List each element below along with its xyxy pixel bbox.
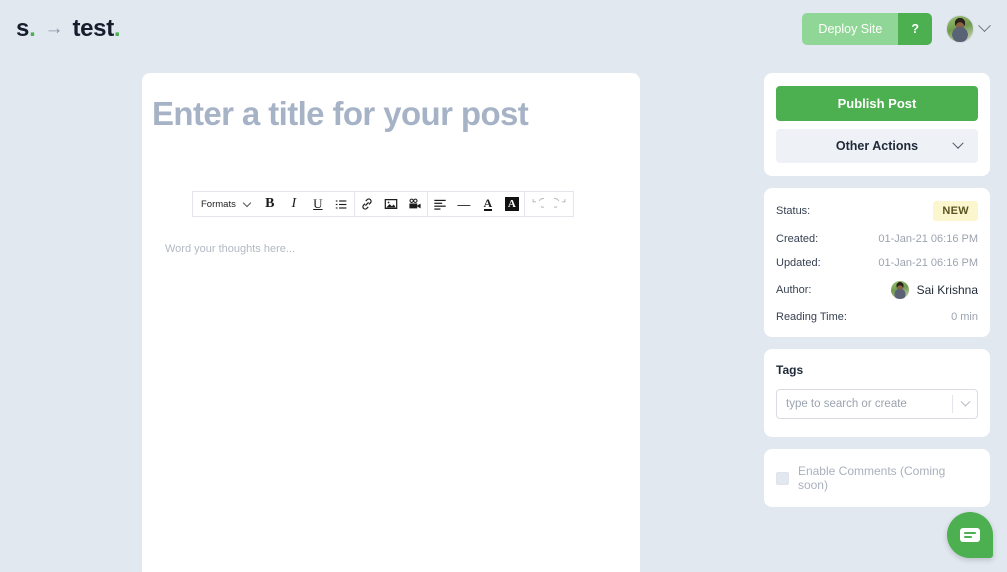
- ordered-list-button[interactable]: [330, 192, 354, 216]
- avatar[interactable]: [946, 14, 974, 43]
- italic-button[interactable]: I: [282, 192, 306, 216]
- breadcrumb-site[interactable]: s.: [16, 15, 36, 43]
- other-actions-button[interactable]: Other Actions: [776, 129, 978, 163]
- undo-icon[interactable]: [525, 192, 549, 216]
- formats-dropdown[interactable]: Formats: [193, 192, 240, 216]
- meta-value: 0 min: [951, 311, 978, 323]
- chevron-down-icon[interactable]: [978, 19, 991, 33]
- bold-button[interactable]: B: [258, 192, 282, 216]
- text-color-icon[interactable]: A: [476, 192, 500, 216]
- horizontal-rule-icon[interactable]: —: [452, 192, 476, 216]
- background-color-icon[interactable]: A: [500, 192, 524, 216]
- breadcrumb-current: test.: [72, 14, 121, 42]
- toolbar-group-format: Formats B I U: [192, 191, 354, 217]
- meta-label: Status:: [776, 205, 811, 217]
- right-sidebar: Publish Post Other Actions Status: NEW C…: [764, 73, 990, 519]
- actions-panel: Publish Post Other Actions: [764, 73, 990, 176]
- meta-value: 01-Jan-21 06:16 PM: [878, 233, 978, 245]
- meta-row-created: Created: 01-Jan-21 06:16 PM: [776, 233, 978, 245]
- top-header: s. → test. Deploy Site ?: [0, 0, 1007, 57]
- help-button[interactable]: ?: [898, 12, 932, 45]
- other-actions-label: Other Actions: [835, 139, 919, 153]
- link-icon[interactable]: [355, 192, 379, 216]
- chevron-down-icon[interactable]: [242, 198, 252, 207]
- author-value: Sai Krishna: [890, 281, 978, 299]
- meta-label: Author:: [776, 284, 812, 296]
- arrow-right-icon: →: [44, 17, 64, 39]
- breadcrumb: s. → test.: [16, 14, 121, 43]
- meta-label: Created:: [776, 233, 819, 245]
- app-root: s. → test. Deploy Site ? Enter a title f…: [0, 0, 1007, 572]
- meta-label: Updated:: [776, 257, 821, 269]
- video-icon[interactable]: [403, 192, 427, 216]
- editor-toolbar: Formats B I U — A A: [192, 191, 640, 217]
- tags-select[interactable]: type to search or create: [776, 389, 978, 419]
- post-body-input[interactable]: Word your thoughts here...: [165, 243, 640, 255]
- meta-row-status: Status: NEW: [776, 201, 978, 221]
- redo-icon[interactable]: [549, 192, 573, 216]
- meta-label: Reading Time:: [776, 311, 847, 323]
- toolbar-group-history: [523, 191, 574, 217]
- author-name: Sai Krishna: [916, 283, 978, 297]
- tags-title: Tags: [776, 363, 804, 377]
- toolbar-group-style: — A A: [426, 191, 524, 217]
- user-menu[interactable]: [946, 14, 991, 43]
- chat-widget-button[interactable]: [947, 512, 993, 558]
- post-editor-card: Enter a title for your post Formats B I …: [142, 73, 640, 572]
- image-icon[interactable]: [379, 192, 403, 216]
- post-meta-panel: Status: NEW Created: 01-Jan-21 06:16 PM …: [764, 188, 990, 337]
- post-title-input[interactable]: Enter a title for your post: [152, 95, 640, 133]
- chevron-down-icon[interactable]: [953, 396, 977, 408]
- align-left-icon[interactable]: [428, 192, 452, 216]
- chat-icon: [960, 528, 980, 542]
- meta-value: 01-Jan-21 06:16 PM: [878, 257, 978, 269]
- meta-row-reading-time: Reading Time: 0 min: [776, 311, 978, 323]
- enable-comments-checkbox: [776, 471, 789, 485]
- tags-panel: Tags type to search or create: [764, 349, 990, 437]
- chat-line: [964, 536, 973, 538]
- toolbar-group-insert: [353, 191, 427, 217]
- avatar: [890, 281, 909, 299]
- meta-row-updated: Updated: 01-Jan-21 06:16 PM: [776, 257, 978, 269]
- chevron-down-icon: [952, 137, 964, 149]
- meta-row-author: Author: Sai Krishna: [776, 281, 978, 299]
- chat-line: [964, 532, 976, 534]
- header-actions: Deploy Site ?: [802, 12, 991, 45]
- underline-button[interactable]: U: [306, 192, 330, 216]
- deploy-site-button[interactable]: Deploy Site: [802, 12, 899, 45]
- status-badge: NEW: [933, 201, 978, 221]
- comments-panel: Enable Comments (Coming soon): [764, 449, 990, 507]
- tags-input[interactable]: type to search or create: [777, 398, 907, 410]
- enable-comments-label: Enable Comments (Coming soon): [797, 464, 946, 492]
- deploy-button-group: Deploy Site ?: [802, 12, 932, 45]
- publish-post-button[interactable]: Publish Post: [776, 86, 978, 121]
